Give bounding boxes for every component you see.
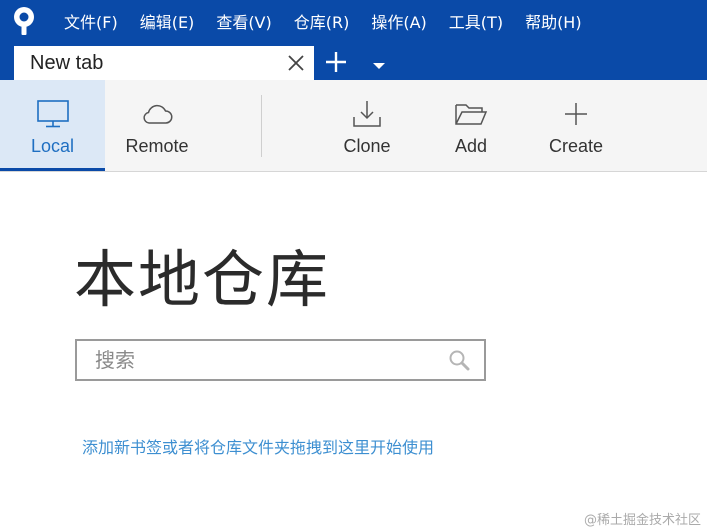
menu-tools[interactable]: 工具(T): [438, 0, 514, 42]
add-bookmark-hint-link[interactable]: 添加新书签或者将仓库文件夹拖拽到这里开始使用: [82, 434, 434, 458]
watermark: @稀土掘金技术社区: [583, 513, 701, 528]
folder-open-icon: [454, 98, 488, 130]
menu-edit[interactable]: 编辑(E): [129, 0, 206, 42]
menu-help[interactable]: 帮助(H): [514, 0, 593, 42]
search-icon[interactable]: [448, 349, 470, 371]
remote-button[interactable]: Remote: [105, 80, 209, 171]
remote-label: Remote: [125, 136, 189, 156]
add-button[interactable]: Add: [420, 80, 522, 171]
search-box: [75, 339, 486, 381]
create-button[interactable]: Create: [524, 80, 628, 171]
menu-bar: 文件(F) 编辑(E) 查看(V) 仓库(R) 操作(A) 工具(T) 帮助(H…: [0, 0, 707, 42]
download-icon: [351, 98, 383, 130]
search-input[interactable]: [77, 341, 447, 379]
page-title: 本地仓库: [74, 243, 331, 316]
menu-view[interactable]: 查看(V): [205, 0, 282, 42]
new-tab-plus-icon[interactable]: [324, 50, 348, 74]
tab-title: New tab: [30, 51, 104, 74]
clone-label: Clone: [343, 136, 391, 156]
menu-repository[interactable]: 仓库(R): [283, 0, 361, 42]
toolbar: Local Remote Clone Add Create: [0, 80, 707, 172]
tab-new-tab[interactable]: New tab: [14, 46, 314, 80]
clone-button[interactable]: Clone: [316, 80, 418, 171]
menu-file[interactable]: 文件(F): [48, 0, 129, 42]
close-icon[interactable]: [286, 53, 306, 73]
tab-strip: New tab: [0, 42, 707, 80]
monitor-icon: [36, 98, 70, 130]
menu-actions[interactable]: 操作(A): [360, 0, 437, 42]
cloud-icon: [140, 98, 174, 130]
local-label: Local: [30, 136, 75, 156]
local-button[interactable]: Local: [0, 80, 105, 171]
add-label: Add: [454, 136, 488, 156]
toolbar-divider: [261, 95, 262, 157]
chevron-down-icon[interactable]: [372, 56, 386, 69]
app-logo-icon[interactable]: [0, 0, 48, 42]
menu-items: 文件(F) 编辑(E) 查看(V) 仓库(R) 操作(A) 工具(T) 帮助(H…: [48, 0, 593, 42]
create-label: Create: [548, 136, 604, 156]
plus-icon: [562, 98, 590, 130]
